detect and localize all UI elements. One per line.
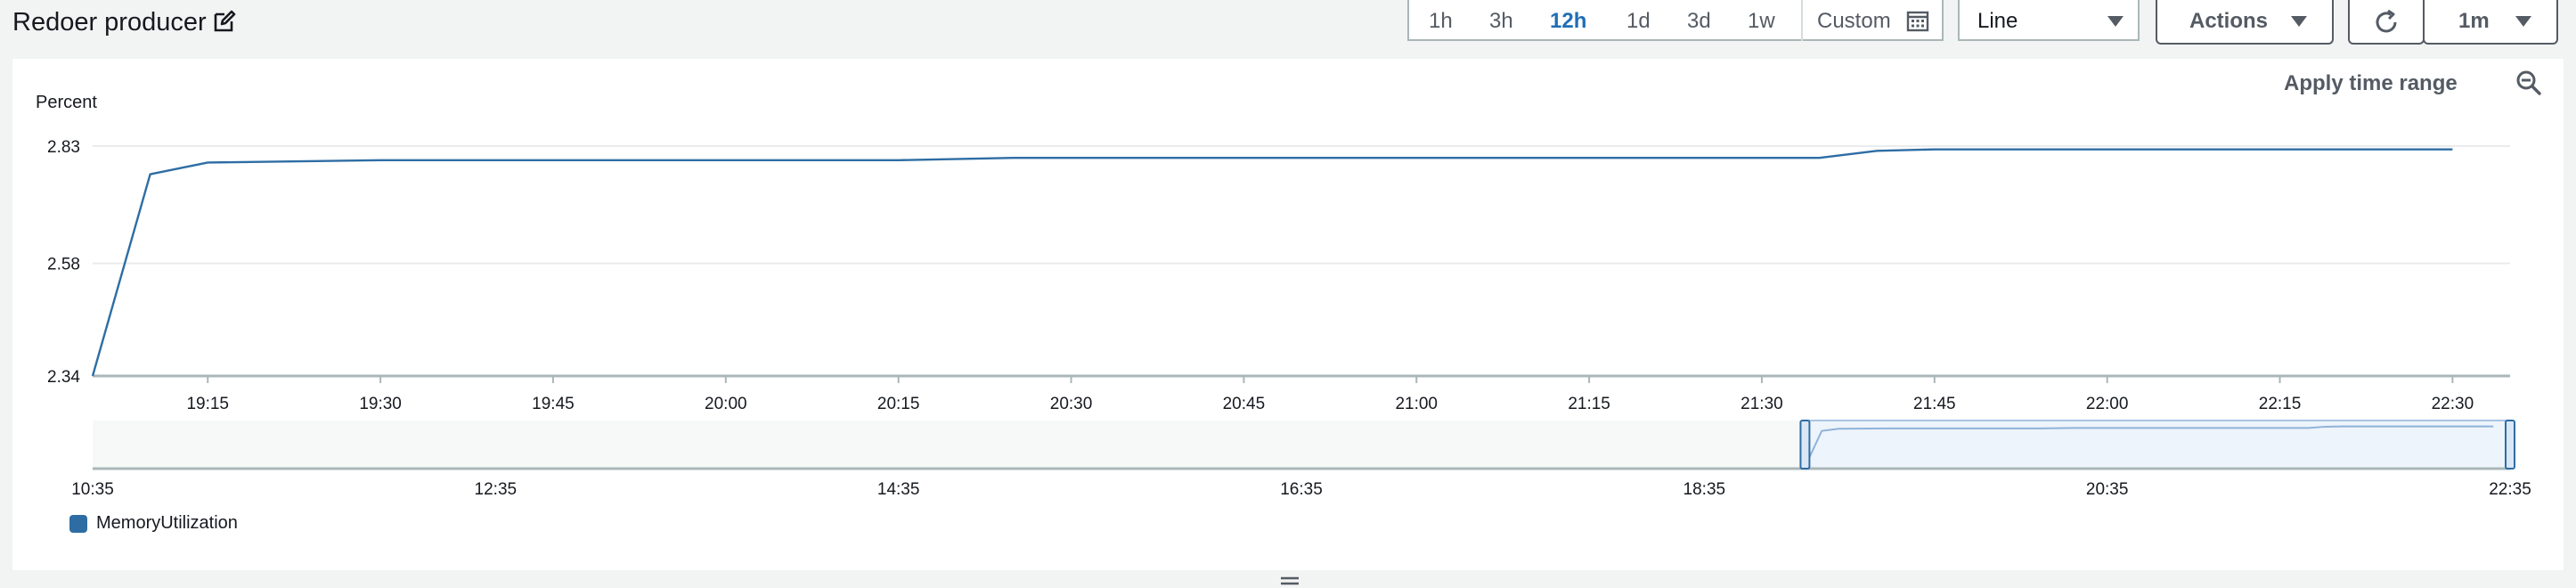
legend: MemoryUtilization — [69, 513, 238, 534]
navigator-tick-label: 20:35 — [2086, 480, 2129, 499]
navigator-tick-label: 14:35 — [877, 480, 920, 499]
x-tick-label: 19:15 — [186, 395, 229, 413]
navigator-tick-label: 22:35 — [2489, 480, 2531, 499]
navigator-tick-label: 18:35 — [1683, 480, 1726, 499]
x-tick-label: 19:45 — [532, 395, 575, 413]
y-tick-label: 2.83 — [47, 138, 80, 157]
x-tick-label: 22:30 — [2432, 395, 2474, 413]
legend-swatch[interactable] — [69, 514, 87, 533]
x-tick-label: 20:15 — [877, 395, 920, 413]
x-tick-label: 21:00 — [1395, 395, 1438, 413]
navigator-tick-label: 12:35 — [475, 480, 518, 499]
x-tick-label: 20:30 — [1050, 395, 1093, 413]
navigator-tick-label: 10:35 — [71, 480, 114, 499]
y-tick-label: 2.58 — [47, 256, 80, 274]
navigator-tick-label: 16:35 — [1280, 480, 1323, 499]
x-axis-ticks: 19:15 19:30 19:45 20:00 20:15 20:30 20:45 21:00… — [186, 376, 2474, 413]
x-tick-label: 20:00 — [705, 395, 747, 413]
chart-grid — [93, 145, 2510, 378]
y-tick-label: 2.34 — [47, 368, 80, 387]
panel-resize-handle-icon[interactable] — [1279, 576, 1300, 588]
legend-label[interactable]: MemoryUtilization — [96, 513, 238, 534]
memory-utilization-chart: 2.83 2.58 2.34 19:15 19:30 19:45 20:00 20:15 20… — [47, 138, 2531, 499]
x-tick-label: 21:30 — [1740, 395, 1783, 413]
y-axis-ticks: 2.83 2.58 2.34 — [47, 138, 80, 387]
x-tick-label: 21:45 — [1913, 395, 1956, 413]
x-tick-label: 22:00 — [2086, 395, 2129, 413]
time-navigator: 10:35 12:35 14:35 16:35 18:35 20:35 22:35 — [71, 420, 2531, 499]
x-tick-label: 21:15 — [1568, 395, 1610, 413]
x-tick-label: 22:15 — [2259, 395, 2302, 413]
navigator-handle-left[interactable] — [1799, 420, 1811, 470]
navigator-handle-right[interactable] — [2505, 420, 2515, 470]
x-tick-label: 19:30 — [359, 395, 402, 413]
x-tick-label: 20:45 — [1223, 395, 1266, 413]
